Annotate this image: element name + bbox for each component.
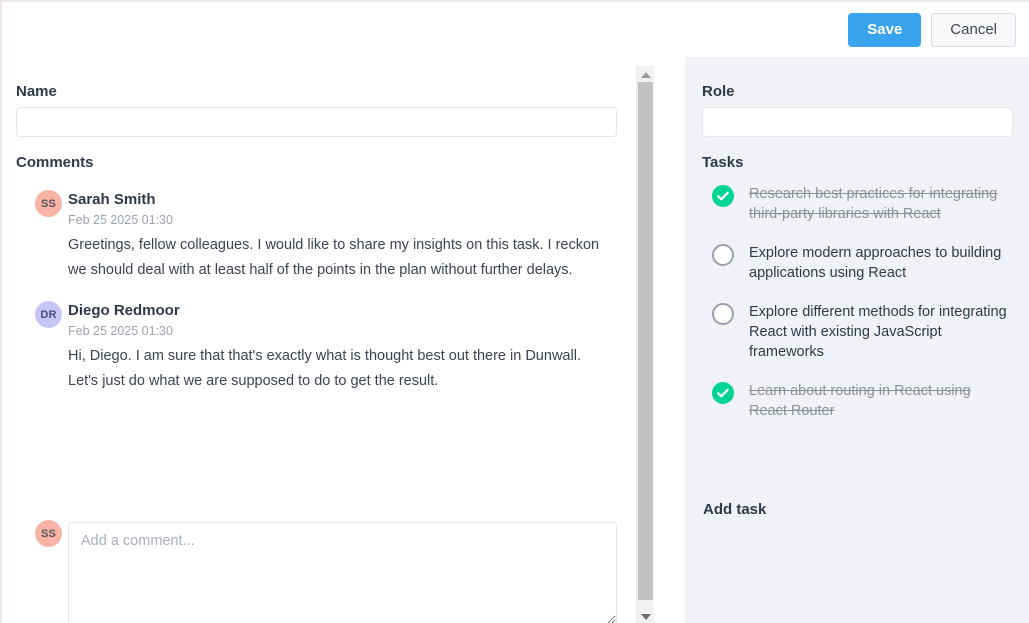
cancel-button[interactable]: Cancel	[931, 12, 1016, 47]
task-list: Research best practices for integrating …	[685, 182, 1029, 438]
task-label: Explore modern approaches to building ap…	[749, 245, 1002, 281]
action-toolbar: Save Cancel	[2, 2, 1029, 57]
comments-label: Comments	[16, 154, 94, 171]
comment-body: Greetings, fellow colleagues. I would li…	[68, 237, 600, 278]
list-item: Explore different methods for integratin…	[685, 300, 1029, 362]
name-label: Name	[16, 83, 57, 100]
comment-author: Sarah Smith	[68, 191, 156, 208]
task-detail-panel: Save Cancel Name Comments SS Sarah Smith…	[0, 0, 1029, 623]
save-button[interactable]: Save	[848, 12, 922, 47]
comment-body: Hi, Diego. I am sure that that's exactly…	[68, 348, 581, 389]
empty-circle-icon[interactable]	[712, 303, 734, 325]
vertical-scrollbar[interactable]	[636, 66, 654, 623]
tasks-label: Tasks	[702, 154, 744, 171]
chevron-down-icon[interactable]	[637, 608, 654, 623]
avatar: SS	[35, 190, 62, 217]
role-input[interactable]	[702, 107, 1013, 137]
check-circle-icon[interactable]	[712, 382, 734, 404]
main-content-pane: Name Comments SS Sarah Smith Feb 25 2025…	[2, 57, 634, 623]
list-item: Research best practices for integrating …	[685, 182, 1029, 224]
sidebar-pane: Role Tasks Research best practices for i…	[685, 57, 1029, 623]
task-label: Research best practices for integrating …	[749, 186, 998, 222]
list-item: SS Sarah Smith Feb 25 2025 01:30 Greetin…	[2, 190, 634, 283]
task-label: Explore different methods for integratin…	[749, 304, 1007, 360]
empty-circle-icon[interactable]	[712, 244, 734, 266]
scrollbar-thumb[interactable]	[638, 82, 653, 600]
list-item: Explore modern approaches to building ap…	[685, 241, 1029, 283]
comment-list: SS Sarah Smith Feb 25 2025 01:30 Greetin…	[2, 190, 634, 412]
comment-timestamp: Feb 25 2025 01:30	[68, 213, 173, 227]
role-label: Role	[702, 83, 735, 100]
add-task-button[interactable]: Add task	[703, 501, 766, 518]
avatar: DR	[35, 301, 62, 328]
name-input[interactable]	[16, 107, 617, 137]
avatar: SS	[35, 520, 62, 547]
list-item: Learn about routing in React using React…	[685, 379, 1029, 421]
task-label: Learn about routing in React using React…	[749, 383, 971, 419]
check-circle-icon[interactable]	[712, 185, 734, 207]
list-item: DR Diego Redmoor Feb 25 2025 01:30 Hi, D…	[2, 301, 634, 394]
comment-timestamp: Feb 25 2025 01:30	[68, 324, 173, 338]
comment-author: Diego Redmoor	[68, 302, 180, 319]
comment-input[interactable]	[68, 522, 617, 623]
chevron-up-icon[interactable]	[637, 66, 654, 83]
